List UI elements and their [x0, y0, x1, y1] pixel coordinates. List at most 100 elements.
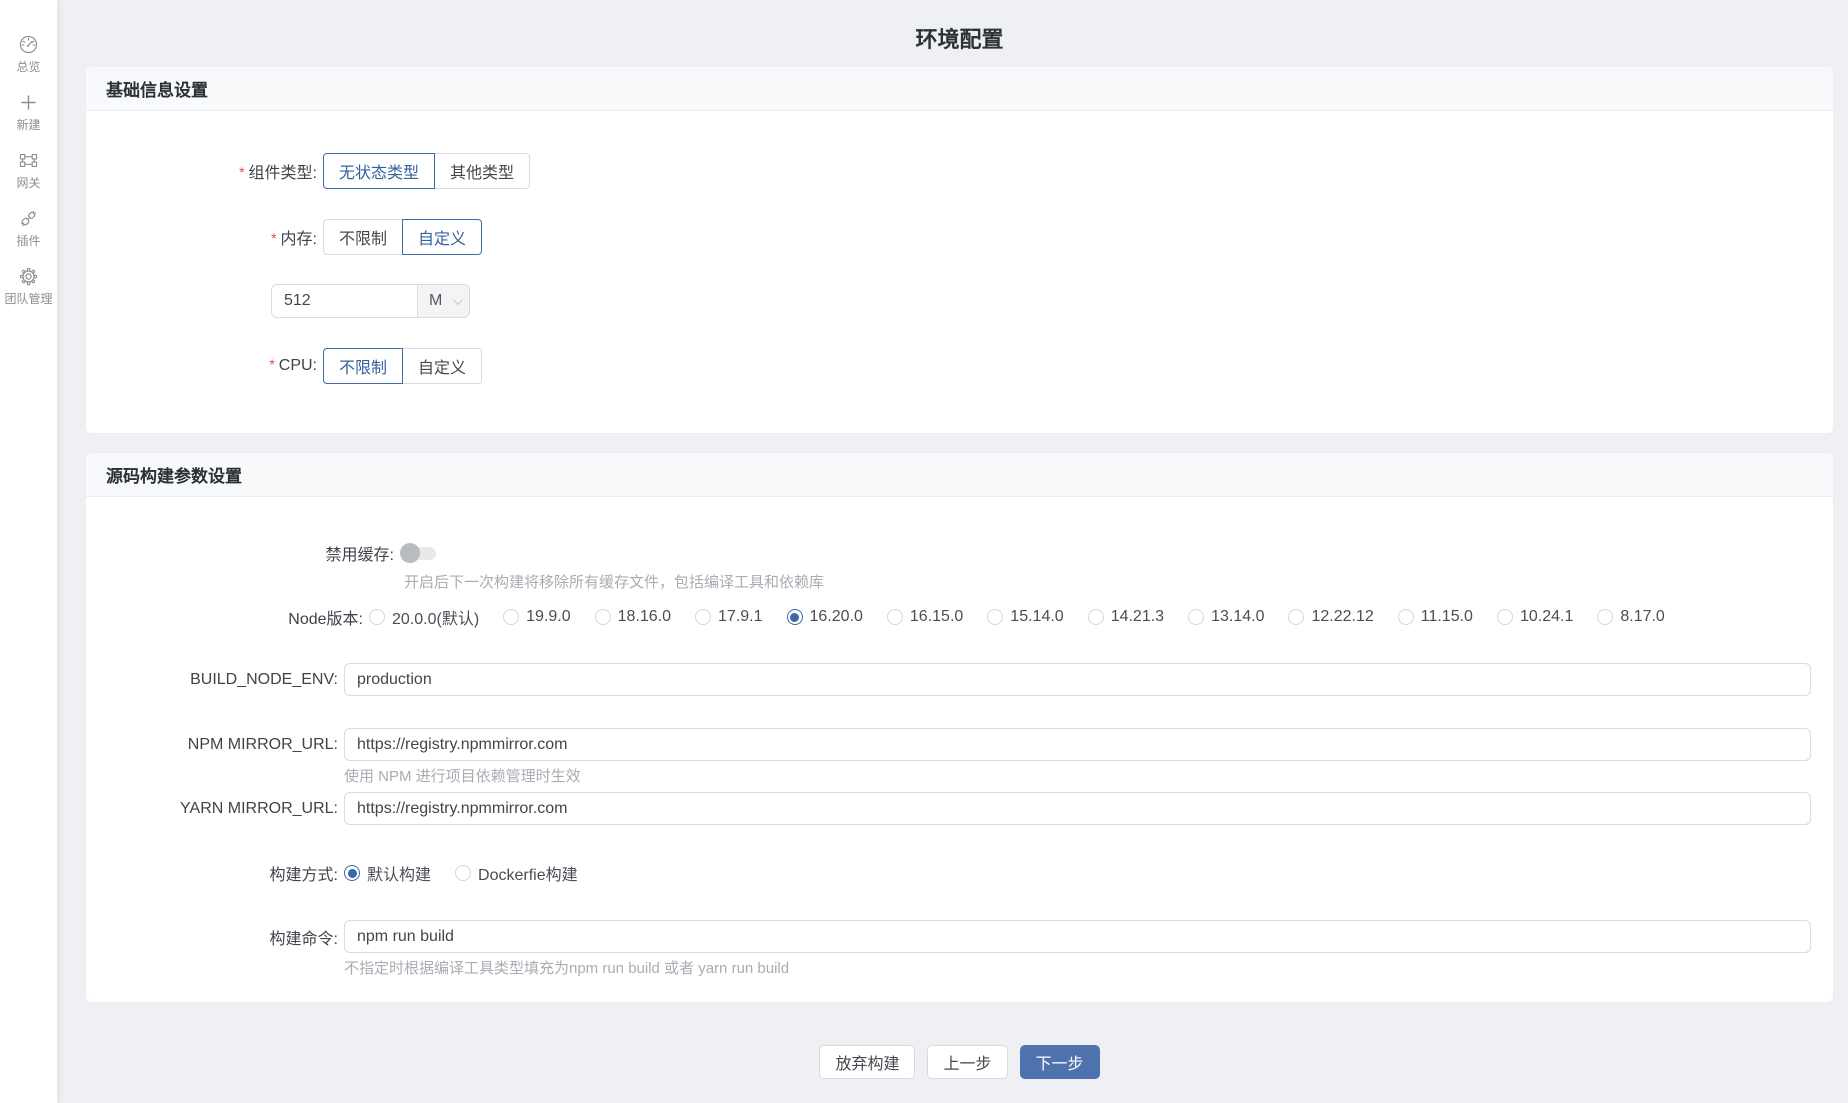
npm-mirror-label: NPM MIRROR_URL:	[187, 735, 338, 753]
disable-cache-toggle[interactable]	[400, 543, 437, 563]
disable-cache-label: 禁用缓存:	[325, 547, 394, 564]
sidebar-item-team-management[interactable]: 团队管理	[4, 266, 53, 307]
memory-option-unlimited[interactable]: 不限制	[323, 219, 404, 255]
node-version-radio[interactable]: 18.16.0	[594, 608, 671, 626]
node-version-radio[interactable]: 19.9.0	[503, 608, 571, 626]
node-version-radio[interactable]: 11.15.0	[1397, 608, 1473, 626]
basic-info-card: 基础信息设置 组件类型: 无状态类型 其他类型 内存: 不限制 自定义 M CP…	[85, 66, 1834, 434]
node-version-option-label: 11.15.0	[1420, 608, 1473, 625]
radio-checked-icon	[786, 609, 803, 625]
memory-row: 内存: 不限制 自定义	[86, 219, 1833, 255]
radio-checked-icon	[344, 865, 360, 881]
node-version-radio[interactable]: 17.9.1	[695, 608, 763, 626]
node-version-radio[interactable]: 8.17.0	[1597, 608, 1665, 626]
component-type-label: 组件类型:	[86, 159, 323, 183]
cpu-row: CPU: 不限制 自定义	[86, 348, 1833, 384]
node-version-option-label: 13.14.0	[1211, 608, 1265, 625]
build-method-option-label: 默认构建	[367, 867, 432, 884]
radio-icon	[1087, 609, 1104, 625]
radio-icon	[886, 609, 903, 625]
memory-unit-select[interactable]: M	[417, 284, 470, 318]
dashboard-icon	[18, 34, 39, 55]
node-version-radio[interactable]: 16.20.0	[786, 608, 863, 626]
sidebar-item-label: 总览	[16, 60, 41, 74]
npm-mirror-help: 使用 NPM 进行项目依赖管理时生效	[344, 768, 581, 785]
radio-icon	[695, 609, 712, 625]
build-node-env-row: BUILD_NODE_ENV:	[86, 663, 1833, 696]
node-version-row: Node版本: 20.0.0(默认) 19.9.0 18.16.0 17.9.1…	[86, 605, 1833, 629]
sidebar-item-label: 新建	[16, 118, 41, 132]
node-version-label: Node版本:	[288, 611, 363, 628]
radio-icon	[1288, 609, 1305, 625]
sidebar-item-label: 网关	[16, 176, 41, 190]
chevron-down-icon	[452, 294, 463, 305]
next-step-button[interactable]: 下一步	[1019, 1045, 1100, 1079]
sidebar-item-label: 团队管理	[4, 292, 53, 306]
cpu-label: CPU:	[86, 357, 323, 375]
node-version-option-label: 20.0.0(默认)	[392, 611, 480, 628]
memory-label: 内存:	[86, 225, 323, 249]
node-version-option-label: 8.17.0	[1620, 608, 1665, 625]
node-version-radio[interactable]: 20.0.0(默认)	[369, 605, 479, 629]
toggle-knob	[400, 543, 420, 563]
node-version-radio[interactable]: 10.24.1	[1496, 608, 1574, 626]
memory-option-custom[interactable]: 自定义	[402, 219, 483, 255]
prev-step-button[interactable]: 上一步	[927, 1045, 1008, 1079]
disable-cache-row: 禁用缓存:	[86, 541, 1833, 565]
build-command-input[interactable]	[344, 920, 1811, 953]
yarn-mirror-url-input[interactable]	[344, 792, 1811, 825]
node-version-radio[interactable]: 16.15.0	[886, 608, 964, 626]
plug-icon	[18, 208, 39, 229]
plus-icon	[18, 92, 39, 113]
build-method-radio-dockerfile[interactable]: Dockerfie构建	[455, 861, 578, 885]
node-version-option-label: 10.24.1	[1519, 608, 1574, 625]
radio-icon	[455, 865, 472, 881]
node-version-radio[interactable]: 14.21.3	[1087, 608, 1165, 626]
component-type-row: 组件类型: 无状态类型 其他类型	[86, 153, 1833, 189]
node-version-radio[interactable]: 15.14.0	[987, 608, 1064, 626]
basic-info-card-title: 基础信息设置	[86, 67, 1833, 111]
sidebar-item-label: 插件	[16, 234, 41, 248]
cpu-option-custom[interactable]: 自定义	[402, 348, 483, 384]
build-node-env-label: BUILD_NODE_ENV:	[190, 670, 338, 688]
node-version-option-label: 16.20.0	[809, 608, 863, 625]
build-method-option-label: Dockerfie构建	[478, 867, 578, 884]
memory-size-group: M	[271, 284, 470, 318]
node-version-radio[interactable]: 13.14.0	[1188, 608, 1264, 626]
radio-icon	[503, 609, 520, 625]
radio-icon	[594, 609, 611, 625]
gear-icon	[18, 266, 39, 287]
sidebar: 总览 新建 网关 插件 团队管理	[0, 0, 57, 1103]
memory-value-input[interactable]	[271, 284, 418, 318]
sidebar-item-overview[interactable]: 总览	[16, 34, 41, 75]
abandon-build-button[interactable]: 放弃构建	[819, 1045, 916, 1079]
node-version-option-label: 14.21.3	[1110, 608, 1165, 625]
radio-icon	[1188, 609, 1205, 625]
footer-actions: 放弃构建 上一步 下一步	[85, 1045, 1834, 1079]
node-version-option-label: 16.15.0	[909, 608, 964, 625]
yarn-mirror-label: YARN MIRROR_URL:	[180, 799, 338, 817]
node-version-option-label: 19.9.0	[526, 608, 571, 625]
sidebar-item-gateway[interactable]: 网关	[16, 150, 41, 191]
disable-cache-help: 开启后下一次构建将移除所有缓存文件，包括编译工具和依赖库	[404, 574, 825, 591]
component-type-option-stateless[interactable]: 无状态类型	[323, 153, 436, 189]
npm-mirror-url-input[interactable]	[344, 728, 1811, 761]
radio-icon	[1397, 609, 1414, 625]
yarn-mirror-row: YARN MIRROR_URL:	[86, 792, 1833, 825]
build-command-row: 构建命令:	[86, 920, 1833, 953]
radio-icon	[369, 609, 385, 625]
node-version-option-label: 12.22.12	[1311, 608, 1374, 625]
main-content: 环境配置 基础信息设置 组件类型: 无状态类型 其他类型 内存: 不限制 自定义…	[57, 0, 1848, 1103]
build-node-env-input[interactable]	[344, 663, 1811, 696]
build-method-radio-default[interactable]: 默认构建	[344, 861, 431, 885]
build-params-card: 源码构建参数设置 禁用缓存: 开启后下一次构建将移除所有缓存文件，包括编译工具和…	[85, 452, 1834, 1003]
component-type-option-other[interactable]: 其他类型	[434, 153, 531, 189]
node-version-radio[interactable]: 12.22.12	[1288, 608, 1374, 626]
node-version-option-label: 15.14.0	[1010, 608, 1064, 625]
sidebar-item-plugin[interactable]: 插件	[16, 208, 41, 249]
build-params-card-title: 源码构建参数设置	[86, 453, 1833, 497]
sidebar-item-new[interactable]: 新建	[16, 92, 41, 133]
cpu-segmented: 不限制 自定义	[323, 348, 483, 384]
build-command-help: 不指定时根据编译工具类型填充为npm run build 或者 yarn run…	[344, 960, 790, 977]
cpu-option-unlimited[interactable]: 不限制	[323, 348, 404, 384]
